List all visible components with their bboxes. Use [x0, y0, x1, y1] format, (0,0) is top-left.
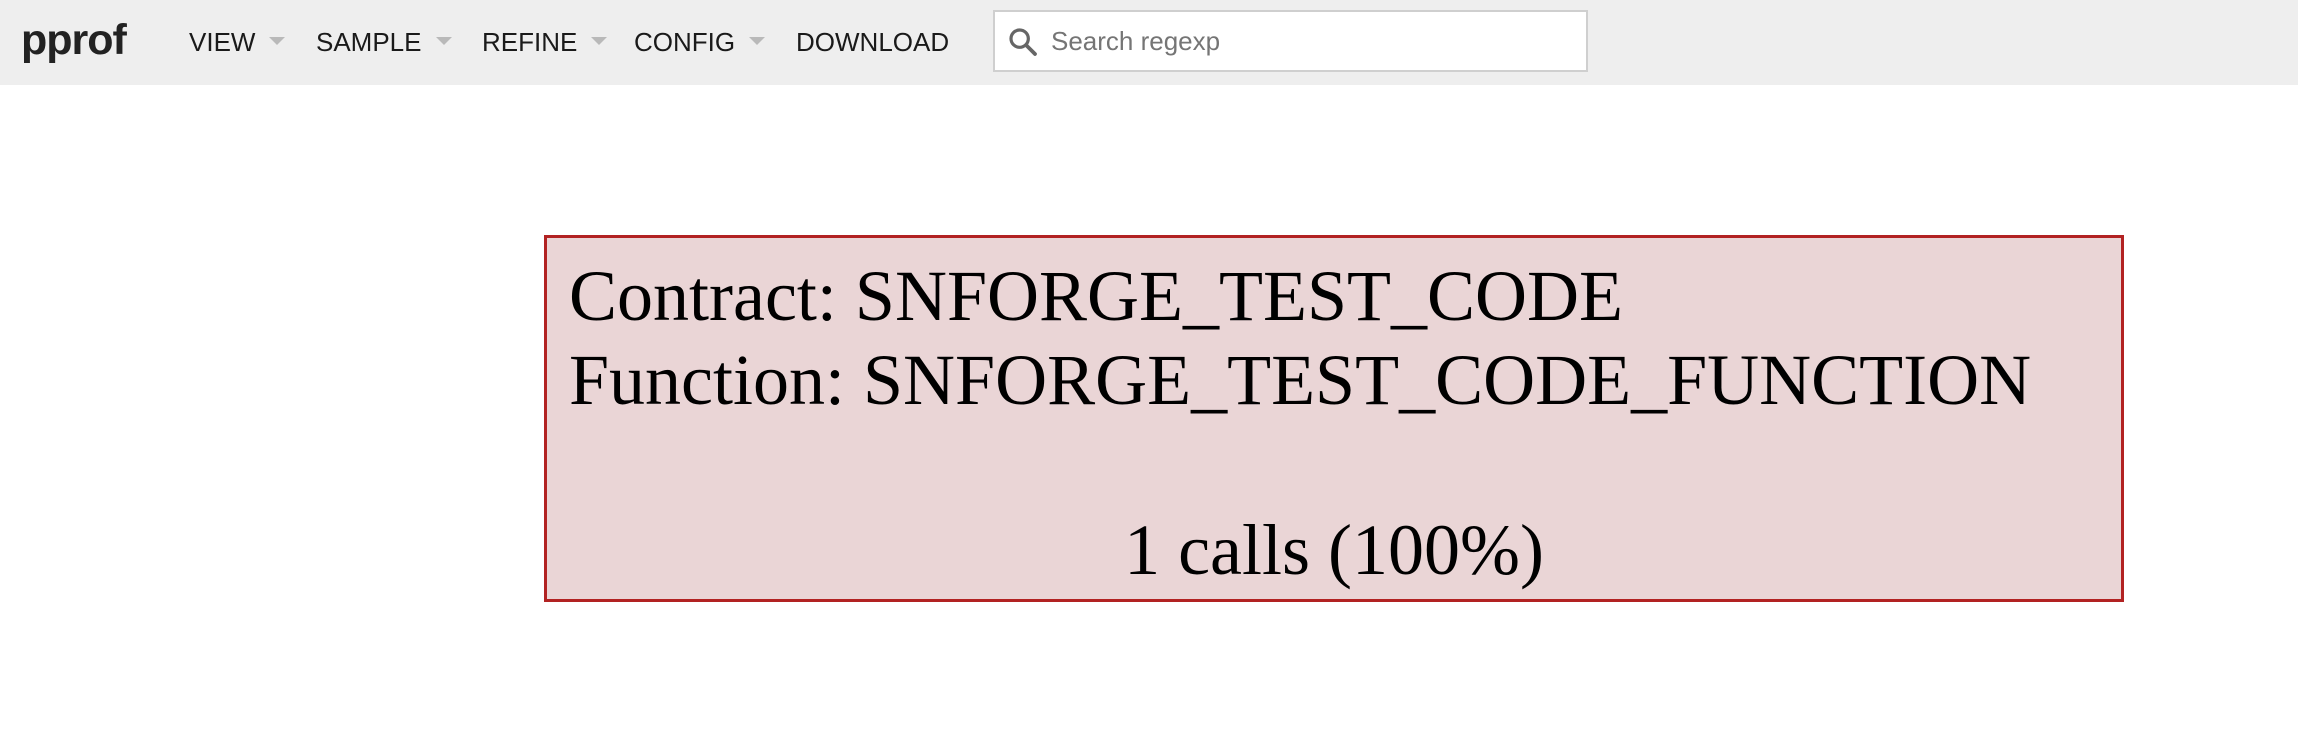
menu-view-label: VIEW — [189, 27, 256, 57]
menu-refine-label: REFINE — [482, 27, 578, 57]
graph-node[interactable]: Contract: SNFORGE_TEST_CODE Function: SN… — [544, 235, 2124, 602]
menu-config[interactable]: CONFIG — [634, 22, 766, 62]
node-calls-label: 1 calls (100%) — [1124, 510, 1544, 590]
app-logo[interactable]: pprof — [21, 10, 127, 70]
search-input[interactable] — [1051, 12, 1571, 70]
menu-sample[interactable]: SAMPLE — [316, 22, 452, 62]
menu-view[interactable]: VIEW — [189, 22, 286, 62]
chevron-down-icon — [749, 37, 766, 46]
menu-refine[interactable]: REFINE — [482, 22, 608, 62]
chevron-down-icon — [435, 37, 452, 46]
menu-config-label: CONFIG — [634, 27, 736, 57]
menu-download[interactable]: DOWNLOAD — [796, 22, 949, 62]
menu-download-label: DOWNLOAD — [796, 27, 950, 57]
node-contract-label: Contract: SNFORGE_TEST_CODE — [569, 256, 1623, 336]
chevron-down-icon — [269, 37, 286, 46]
search-box — [993, 10, 1588, 72]
top-toolbar: pprof VIEW SAMPLE REFINE CONFIG DOWNLOAD — [0, 0, 2298, 85]
menu-sample-label: SAMPLE — [316, 27, 422, 57]
node-function-label: Function: SNFORGE_TEST_CODE_FUNCTION — [569, 340, 2032, 420]
chevron-down-icon — [591, 37, 608, 46]
search-icon — [1009, 28, 1037, 56]
